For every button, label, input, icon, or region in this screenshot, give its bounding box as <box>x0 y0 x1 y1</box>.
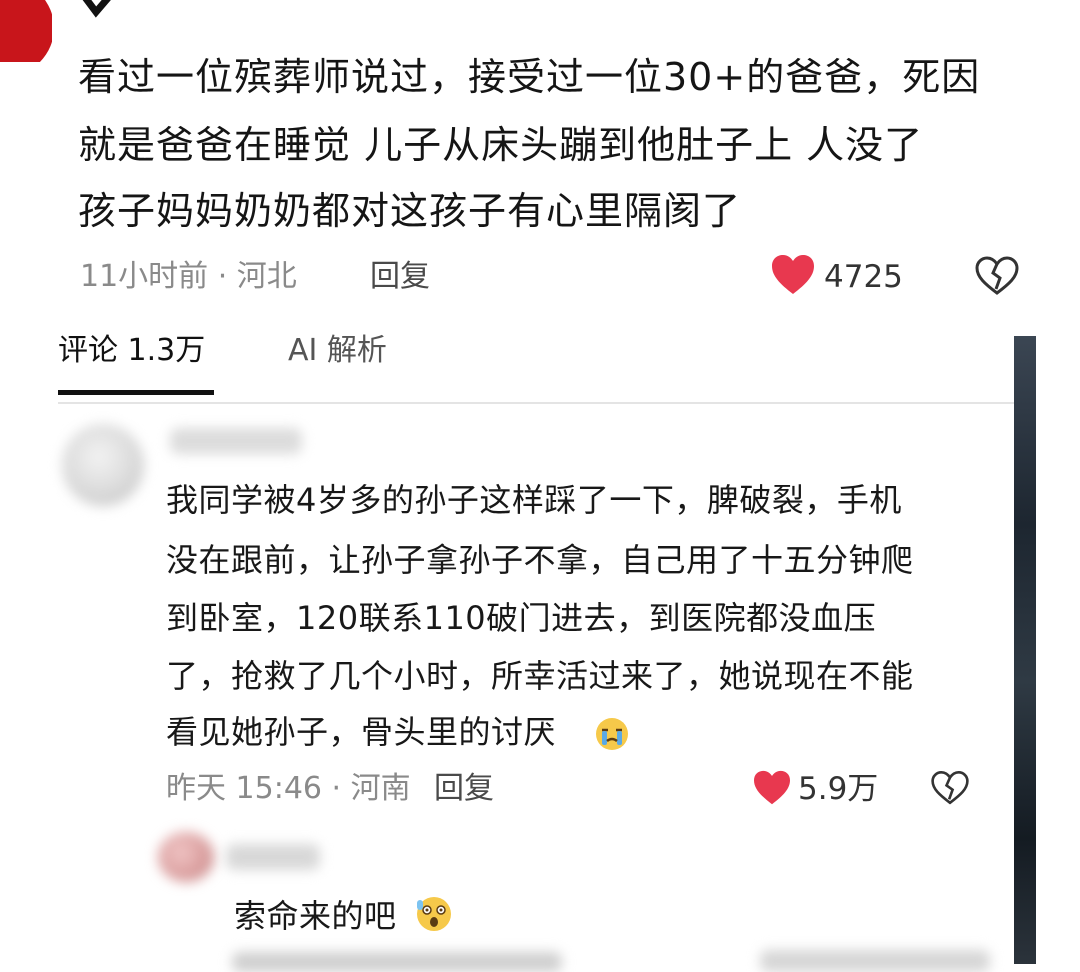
reply-meta-cutoff <box>232 952 562 972</box>
comment-reply-button[interactable]: 回复 <box>434 772 494 806</box>
comment-dislike-icon[interactable] <box>930 770 970 810</box>
reply-text: 索命来的吧 <box>234 897 397 935</box>
comment-text-line-5: 看见她孙子，骨头里的讨厌 <box>166 713 557 751</box>
post-text-line-1: 看过一位殡葬师说过，接受过一位30+的爸爸，死因 <box>78 55 981 99</box>
comment-like-count: 5.9万 <box>798 771 879 807</box>
comment-text-line-3: 到卧室，120联系110破门进去，到医院都没血压 <box>166 599 877 637</box>
post-heart-icon[interactable] <box>770 254 816 300</box>
shocked-emoji-icon <box>414 894 454 938</box>
replier-name-blurred[interactable] <box>226 844 320 870</box>
commenter-name-blurred[interactable] <box>170 428 302 454</box>
post-text-line-3: 孩子妈妈奶奶都对这孩子有心里隔阂了 <box>78 189 742 233</box>
post-text-line-2: 就是爸爸在睡觉 儿子从床头蹦到他肚子上 人没了 <box>78 123 924 167</box>
tab-active-underline <box>58 390 214 395</box>
crying-emoji-icon <box>594 716 630 756</box>
checkmark-icon <box>80 0 124 29</box>
post-like-count: 4725 <box>824 259 903 295</box>
comment-text-line-4: 了，抢救了几个小时，所幸活过来了，她说现在不能 <box>166 657 914 695</box>
post-reply-button[interactable]: 回复 <box>370 260 430 294</box>
comment-text-line-1: 我同学被4岁多的孙子这样踩了一下，脾破裂，手机 <box>166 481 902 519</box>
comment-heart-icon[interactable] <box>752 770 792 810</box>
commenter-avatar[interactable] <box>62 424 144 506</box>
tab-ai-analysis[interactable]: AI 解析 <box>288 334 387 368</box>
edge-red-circle <box>0 0 54 76</box>
replier-avatar[interactable] <box>158 832 214 882</box>
tabs-divider <box>58 402 1016 404</box>
edge-background-strip <box>1014 336 1036 964</box>
comment-text-line-2: 没在跟前，让孙子拿孙子不拿，自己用了十五分钟爬 <box>166 541 914 579</box>
post-meta: 11小时前 · 河北 <box>80 259 297 294</box>
tab-comments[interactable]: 评论 1.3万 <box>58 334 205 368</box>
comment-meta: 昨天 15:46 · 河南 <box>166 771 411 806</box>
reply-actions-cutoff <box>760 950 990 972</box>
post-dislike-icon[interactable] <box>974 256 1020 300</box>
